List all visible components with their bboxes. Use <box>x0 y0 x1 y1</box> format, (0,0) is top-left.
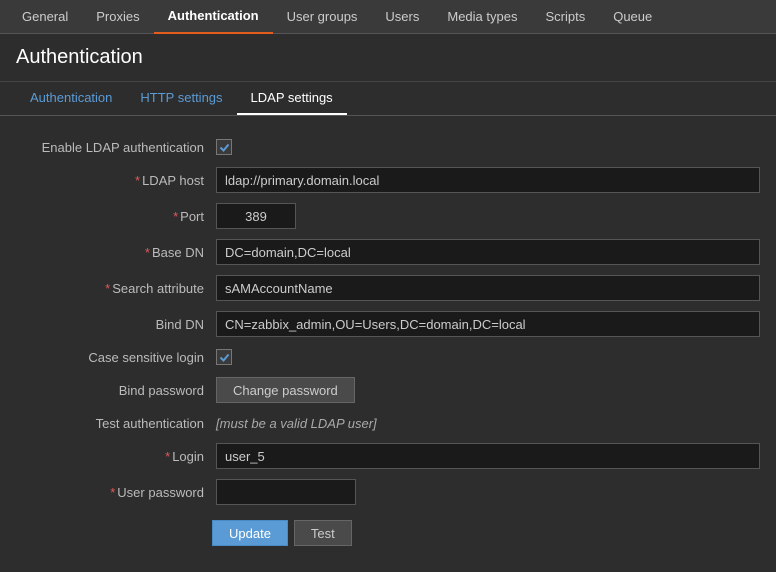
search-attr-input[interactable] <box>216 275 760 301</box>
base-dn-input[interactable] <box>216 239 760 265</box>
nav-user-groups[interactable]: User groups <box>273 0 372 34</box>
port-row: *Port <box>0 198 776 234</box>
login-required: * <box>165 449 170 464</box>
base-dn-label: *Base DN <box>16 245 216 260</box>
tab-ldap-settings[interactable]: LDAP settings <box>237 82 347 115</box>
case-sensitive-checkbox-wrap[interactable] <box>216 349 760 365</box>
nav-users[interactable]: Users <box>371 0 433 34</box>
port-required: * <box>173 209 178 224</box>
top-navigation: General Proxies Authentication User grou… <box>0 0 776 34</box>
bind-dn-label: Bind DN <box>16 317 216 332</box>
nav-general[interactable]: General <box>8 0 82 34</box>
bind-dn-input[interactable] <box>216 311 760 337</box>
bind-password-label: Bind password <box>16 383 216 398</box>
login-row: *Login <box>0 438 776 474</box>
user-password-row: *User password <box>0 474 776 510</box>
update-button[interactable]: Update <box>212 520 288 546</box>
bind-dn-value <box>216 311 760 337</box>
form-buttons: Update Test <box>0 510 776 556</box>
enable-ldap-row: Enable LDAP authentication <box>0 132 776 162</box>
user-password-label: *User password <box>16 485 216 500</box>
enable-ldap-label: Enable LDAP authentication <box>16 140 216 155</box>
test-auth-hint-text: [must be a valid LDAP user] <box>216 416 377 431</box>
login-label: *Login <box>16 449 216 464</box>
page-title: Authentication <box>16 46 760 69</box>
test-auth-row: Test authentication [must be a valid LDA… <box>0 408 776 438</box>
enable-ldap-checkbox-wrap[interactable] <box>216 139 760 155</box>
ldap-host-input[interactable] <box>216 167 760 193</box>
nav-queue[interactable]: Queue <box>599 0 666 34</box>
enable-ldap-value <box>216 139 760 155</box>
case-sensitive-value <box>216 349 760 365</box>
nav-scripts[interactable]: Scripts <box>531 0 599 34</box>
ldap-host-value <box>216 167 760 193</box>
bind-password-row: Bind password Change password <box>0 372 776 408</box>
tab-authentication[interactable]: Authentication <box>16 82 126 115</box>
bind-dn-row: Bind DN <box>0 306 776 342</box>
tab-http-settings[interactable]: HTTP settings <box>126 82 236 115</box>
search-attr-required: * <box>105 281 110 296</box>
port-label: *Port <box>16 209 216 224</box>
ldap-host-label: *LDAP host <box>16 173 216 188</box>
login-input[interactable] <box>216 443 760 469</box>
test-auth-hint: [must be a valid LDAP user] <box>216 416 760 431</box>
login-value <box>216 443 760 469</box>
sub-tabs: Authentication HTTP settings LDAP settin… <box>0 82 776 116</box>
test-button[interactable]: Test <box>294 520 352 546</box>
case-checkmark-icon <box>219 352 230 363</box>
user-password-value <box>216 479 760 505</box>
port-input[interactable] <box>216 203 296 229</box>
nav-media-types[interactable]: Media types <box>433 0 531 34</box>
enable-ldap-checkbox[interactable] <box>216 139 232 155</box>
search-attr-label: *Search attribute <box>16 281 216 296</box>
checkmark-icon <box>219 142 230 153</box>
user-password-input[interactable] <box>216 479 356 505</box>
page-title-bar: Authentication <box>0 34 776 82</box>
search-attr-row: *Search attribute <box>0 270 776 306</box>
base-dn-required: * <box>145 245 150 260</box>
ldap-host-required: * <box>135 173 140 188</box>
case-sensitive-row: Case sensitive login <box>0 342 776 372</box>
case-sensitive-label: Case sensitive login <box>16 350 216 365</box>
search-attr-value <box>216 275 760 301</box>
nav-authentication[interactable]: Authentication <box>154 0 273 34</box>
ldap-settings-form: Enable LDAP authentication *LDAP host *P… <box>0 116 776 572</box>
ldap-host-row: *LDAP host <box>0 162 776 198</box>
user-password-required: * <box>110 485 115 500</box>
nav-proxies[interactable]: Proxies <box>82 0 153 34</box>
bind-password-value: Change password <box>216 377 760 403</box>
change-password-button[interactable]: Change password <box>216 377 355 403</box>
test-auth-label: Test authentication <box>16 416 216 431</box>
base-dn-row: *Base DN <box>0 234 776 270</box>
base-dn-value <box>216 239 760 265</box>
port-value <box>216 203 760 229</box>
case-sensitive-checkbox[interactable] <box>216 349 232 365</box>
